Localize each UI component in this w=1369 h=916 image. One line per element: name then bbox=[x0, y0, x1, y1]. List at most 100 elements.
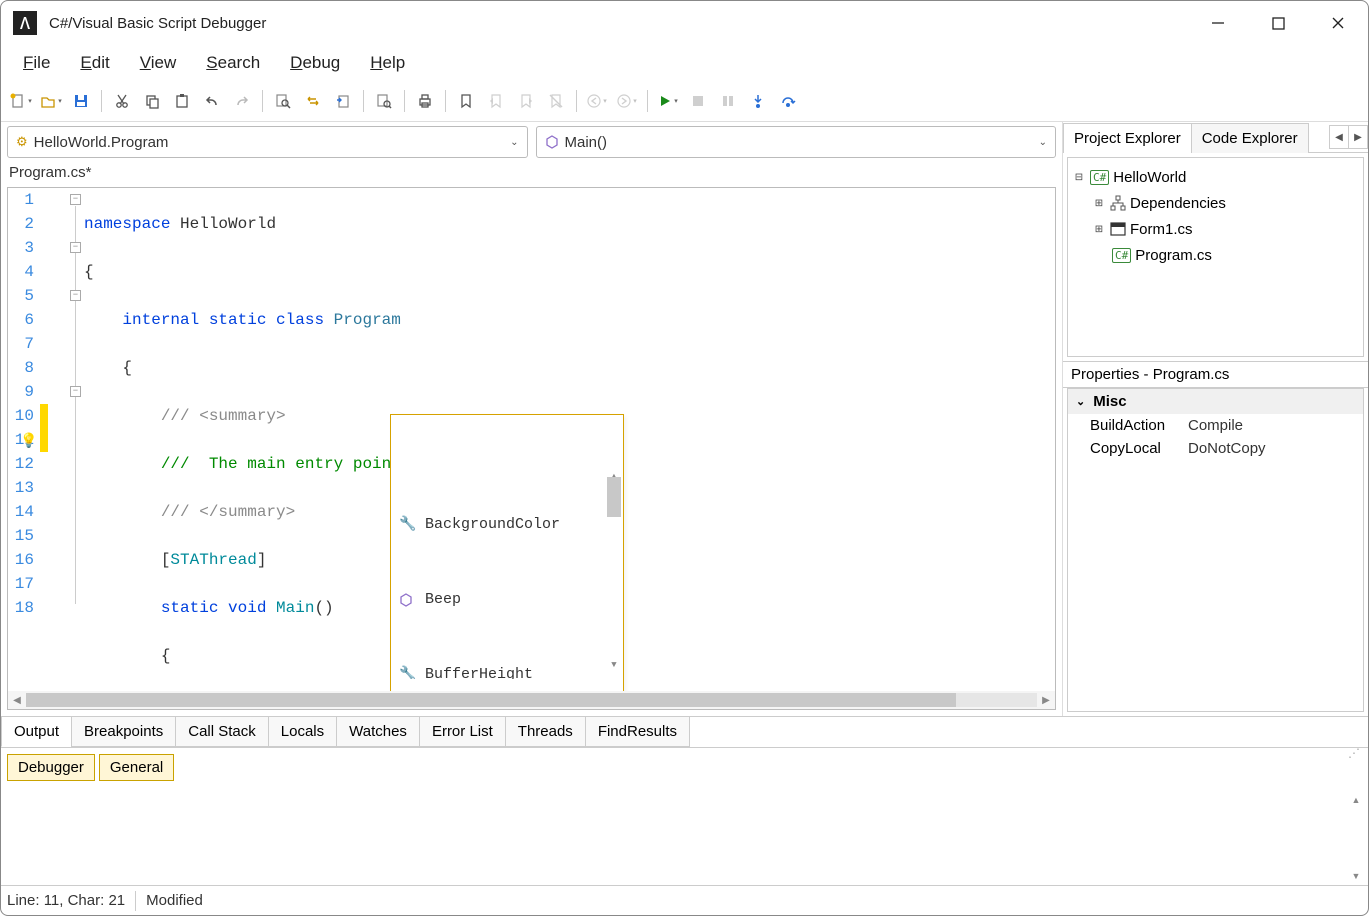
form-icon bbox=[1110, 222, 1126, 236]
dependencies-icon bbox=[1110, 195, 1126, 211]
tree-expander[interactable]: ⊟ bbox=[1072, 172, 1086, 183]
tab-output[interactable]: Output bbox=[1, 717, 72, 747]
find-in-files-button[interactable] bbox=[370, 87, 398, 115]
property-icon: 🔧 bbox=[399, 513, 417, 537]
copy-button[interactable] bbox=[138, 87, 166, 115]
tree-expander[interactable]: ⊞ bbox=[1092, 224, 1106, 235]
output-subtab-debugger[interactable]: Debugger bbox=[7, 754, 95, 781]
print-button[interactable] bbox=[411, 87, 439, 115]
explorer-tabstrip: Project Explorer Code Explorer ◀ ▶ bbox=[1063, 122, 1368, 153]
properties-grid: ⌄ Misc BuildAction Compile CopyLocal DoN… bbox=[1067, 388, 1364, 712]
step-over-button[interactable] bbox=[774, 87, 802, 115]
fold-margin: − − − − 💡 bbox=[40, 188, 84, 691]
tab-callstack[interactable]: Call Stack bbox=[175, 717, 269, 747]
horizontal-scrollbar[interactable]: ◀ ▶ bbox=[8, 691, 1055, 709]
undo-button[interactable] bbox=[198, 87, 226, 115]
autocomplete-popup: 🔧BackgroundColor Beep 🔧BufferHeight 🔧Buf… bbox=[390, 414, 624, 691]
csharp-icon: C# bbox=[1090, 170, 1109, 185]
menu-debug[interactable]: Debug bbox=[276, 47, 354, 79]
output-subtab-general[interactable]: General bbox=[99, 754, 174, 781]
redo-button[interactable] bbox=[228, 87, 256, 115]
tab-breakpoints[interactable]: Breakpoints bbox=[71, 717, 176, 747]
new-file-button[interactable] bbox=[7, 87, 35, 115]
open-file-button[interactable] bbox=[37, 87, 65, 115]
replace-button[interactable] bbox=[299, 87, 327, 115]
change-marker bbox=[40, 404, 48, 452]
lightbulb-icon[interactable]: 💡 bbox=[20, 430, 37, 454]
goto-button[interactable] bbox=[329, 87, 357, 115]
code-area[interactable]: namespace HelloWorld { internal static c… bbox=[84, 188, 1055, 691]
tab-watches[interactable]: Watches bbox=[336, 717, 420, 747]
maximize-button[interactable] bbox=[1248, 1, 1308, 45]
property-row[interactable]: BuildAction Compile bbox=[1068, 414, 1363, 437]
minimize-button[interactable] bbox=[1188, 1, 1248, 45]
autocomplete-item[interactable]: Beep bbox=[391, 586, 623, 613]
class-icon: ⚙ bbox=[16, 134, 28, 150]
bookmark-next-button[interactable] bbox=[512, 87, 540, 115]
status-modified: Modified bbox=[146, 892, 203, 909]
tab-scroll-right[interactable]: ▶ bbox=[1348, 125, 1368, 149]
fold-toggle[interactable]: − bbox=[70, 386, 81, 397]
pause-button[interactable] bbox=[714, 87, 742, 115]
output-scrollbar[interactable]: ▲ ▼ bbox=[1348, 795, 1364, 881]
menu-help[interactable]: Help bbox=[356, 47, 419, 79]
run-button[interactable] bbox=[654, 87, 682, 115]
fold-toggle[interactable]: − bbox=[70, 290, 81, 301]
step-into-button[interactable] bbox=[744, 87, 772, 115]
properties-title: Properties - Program.cs bbox=[1063, 361, 1368, 388]
close-button[interactable] bbox=[1308, 1, 1368, 45]
statusbar: Line: 11, Char: 21 Modified bbox=[1, 885, 1368, 915]
editor-tab[interactable]: Program.cs* bbox=[1, 162, 1062, 181]
menu-file[interactable]: File bbox=[9, 47, 64, 79]
app-icon bbox=[13, 11, 37, 35]
app-title: C#/Visual Basic Script Debugger bbox=[49, 15, 1188, 32]
class-combo-text: HelloWorld.Program bbox=[34, 134, 510, 151]
nav-back-button[interactable] bbox=[583, 87, 611, 115]
tab-threads[interactable]: Threads bbox=[505, 717, 586, 747]
autocomplete-item[interactable]: 🔧BufferHeight bbox=[391, 661, 623, 679]
fold-toggle[interactable]: − bbox=[70, 194, 81, 205]
autocomplete-scrollbar[interactable]: ▲ ▼ bbox=[607, 465, 621, 677]
output-textarea[interactable]: ▲ ▼ bbox=[5, 787, 1364, 881]
toolbar bbox=[1, 85, 1368, 122]
autocomplete-item[interactable]: 🔧BackgroundColor bbox=[391, 511, 623, 538]
properties-section-header[interactable]: ⌄ Misc bbox=[1068, 389, 1363, 414]
property-row[interactable]: CopyLocal DoNotCopy bbox=[1068, 437, 1363, 460]
method-icon bbox=[545, 135, 559, 149]
save-button[interactable] bbox=[67, 87, 95, 115]
resize-grip-icon[interactable]: ⋰ bbox=[1348, 746, 1360, 760]
tab-errorlist[interactable]: Error List bbox=[419, 717, 506, 747]
nav-forward-button[interactable] bbox=[613, 87, 641, 115]
bookmark-prev-button[interactable] bbox=[482, 87, 510, 115]
menu-edit[interactable]: Edit bbox=[66, 47, 123, 79]
method-combo[interactable]: Main() ⌄ bbox=[536, 126, 1057, 158]
cut-button[interactable] bbox=[108, 87, 136, 115]
find-button[interactable] bbox=[269, 87, 297, 115]
tree-expander[interactable]: ⊞ bbox=[1092, 198, 1106, 209]
tab-locals[interactable]: Locals bbox=[268, 717, 337, 747]
menu-view[interactable]: View bbox=[126, 47, 191, 79]
tree-node-form[interactable]: ⊞ Form1.cs bbox=[1072, 216, 1359, 242]
menu-search[interactable]: Search bbox=[192, 47, 274, 79]
status-position: Line: 11, Char: 21 bbox=[7, 892, 125, 909]
tab-project-explorer[interactable]: Project Explorer bbox=[1063, 123, 1192, 153]
tree-node-program[interactable]: C# Program.cs bbox=[1072, 242, 1359, 268]
tree-node-dependencies[interactable]: ⊞ Dependencies bbox=[1072, 190, 1359, 216]
csharp-icon: C# bbox=[1112, 248, 1131, 263]
code-editor[interactable]: 123456789 101112131415161718 − − − − 💡 n… bbox=[7, 187, 1056, 710]
tree-node-project[interactable]: ⊟ C# HelloWorld bbox=[1072, 164, 1359, 190]
menubar: File Edit View Search Debug Help bbox=[1, 45, 1368, 85]
stop-button[interactable] bbox=[684, 87, 712, 115]
bookmark-clear-button[interactable] bbox=[542, 87, 570, 115]
paste-button[interactable] bbox=[168, 87, 196, 115]
bookmark-toggle-button[interactable] bbox=[452, 87, 480, 115]
bottom-tabstrip: Output Breakpoints Call Stack Locals Wat… bbox=[1, 716, 1368, 747]
chevron-down-icon: ⌄ bbox=[1076, 395, 1085, 408]
tab-code-explorer[interactable]: Code Explorer bbox=[1191, 123, 1309, 153]
tab-scroll-left[interactable]: ◀ bbox=[1329, 125, 1349, 149]
class-combo[interactable]: ⚙ HelloWorld.Program ⌄ bbox=[7, 126, 528, 158]
method-combo-text: Main() bbox=[565, 134, 1039, 151]
chevron-down-icon: ⌄ bbox=[510, 137, 518, 148]
fold-toggle[interactable]: − bbox=[70, 242, 81, 253]
tab-findresults[interactable]: FindResults bbox=[585, 717, 690, 747]
